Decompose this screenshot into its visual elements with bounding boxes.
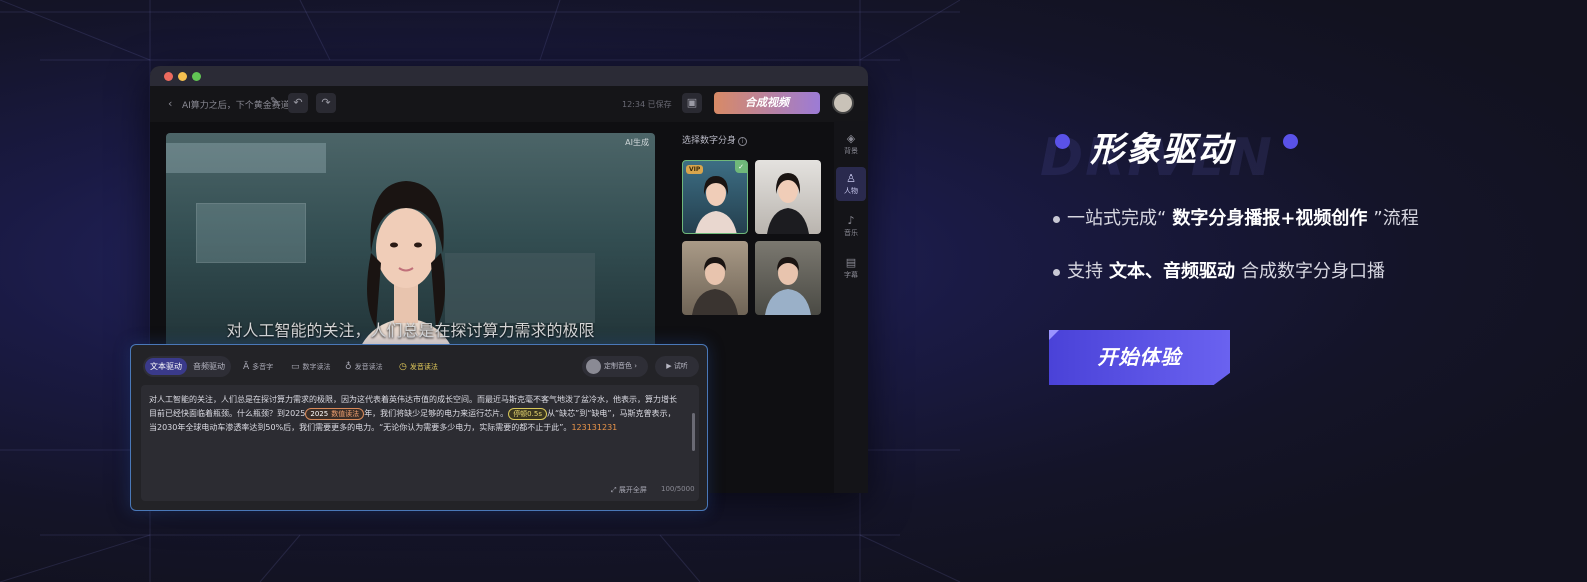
avatar-option-2[interactable]	[755, 160, 821, 234]
tab-text-drive[interactable]: 文本驱动	[145, 358, 187, 375]
play-icon: ▶	[666, 362, 672, 370]
undo-button[interactable]: ↶	[288, 93, 308, 113]
microphone-icon: ♁	[345, 362, 352, 372]
redo-button[interactable]: ↷	[316, 93, 336, 113]
char-count: 100/5000	[661, 485, 695, 493]
expand-icon: ⤢	[611, 486, 617, 494]
expand-fullscreen-button[interactable]: ⤢ 展开全屏	[611, 485, 647, 495]
sidebar-item-music[interactable]: ♪ 音乐	[836, 209, 866, 243]
music-note-icon: ♪	[847, 214, 855, 227]
decor-dot-right	[1283, 134, 1298, 149]
feature-title: 形象驱动	[1090, 130, 1234, 170]
bullet-dot	[1053, 215, 1060, 223]
feature-heading: DRIVEN 形象驱动	[1040, 118, 1330, 188]
bullet-2-highlight: 文本、音频驱动	[1103, 261, 1241, 285]
person-icon: ♙	[846, 172, 856, 185]
subtitle-icon: ▤	[845, 256, 857, 269]
highlighted-text: 123131231	[571, 423, 618, 432]
vip-badge: VIP	[686, 165, 704, 174]
sidebar-item-subtitle[interactable]: ▤ 字幕	[836, 251, 866, 285]
voice-avatar	[586, 359, 601, 374]
feature-bullet-2: 支持 文本、音频驱动 合成数字分身口播	[1053, 257, 1385, 285]
scrollbar[interactable]	[692, 413, 695, 451]
editor-toolbar: ‹ AI算力之后，下个黄金赛道 ✎ ↶ ↷ 12:34 已保存 ▣ 合成视频	[150, 86, 868, 122]
sidebar-item-background[interactable]: ◈ 背景	[836, 127, 866, 161]
paint-bucket-icon: ◈	[846, 132, 856, 145]
custom-voice-button[interactable]: 定制音色 ›	[582, 356, 648, 377]
drive-mode-tabs: 文本驱动 音频驱动	[143, 356, 231, 377]
tab-audio-drive[interactable]: 音频驱动	[189, 358, 229, 375]
check-icon: ✓	[735, 161, 747, 173]
save-draft-button[interactable]: ▣	[682, 93, 702, 113]
maximize-window-button[interactable]	[192, 72, 201, 81]
pause-tool[interactable]: ◷ 发音读法	[399, 362, 438, 372]
pronunciation-tool[interactable]: ♁ 发音读法	[345, 362, 383, 372]
info-icon[interactable]: i	[738, 137, 748, 146]
polyphone-tool[interactable]: Ä 多音字	[243, 362, 273, 372]
bullet-dot	[1053, 268, 1060, 276]
window-titlebar	[150, 66, 868, 86]
avatar-figure	[767, 173, 809, 234]
avatar-figure	[765, 257, 811, 315]
number-icon: ▭	[291, 362, 300, 372]
start-experience-button[interactable]: 开始体验	[1049, 330, 1230, 385]
edit-title-icon[interactable]: ✎	[270, 96, 278, 107]
decor-dot-left	[1055, 134, 1070, 149]
script-editor-panel: 文本驱动 音频驱动 Ä 多音字 ▭ 数字读法 ♁ 发音读法 ◷ 发音读法 定制音色 › …	[130, 344, 708, 511]
user-avatar[interactable]	[832, 92, 854, 114]
video-subtitle: 对人工智能的关注，人们总是在探讨算力需求的极限	[226, 321, 595, 340]
compose-video-button[interactable]: 合成视频	[714, 92, 820, 114]
minimize-window-button[interactable]	[178, 72, 187, 81]
avatar-figure	[692, 257, 738, 315]
listen-button[interactable]: ▶ 试听	[655, 356, 699, 377]
ai-generated-tag: AI生成	[625, 138, 649, 147]
close-window-button[interactable]	[164, 72, 173, 81]
script-text: 对人工智能的关注，人们总是在探讨算力需求的极限，因为这代表着英伟达市值的成长空间…	[149, 395, 677, 432]
number-reading-pill[interactable]: 2025 数值读法	[305, 408, 365, 420]
timer-icon: ◷	[399, 362, 407, 372]
feature-bullet-1: 一站式完成“ 数字分身播报+视频创作 ”流程	[1053, 204, 1419, 232]
avatar-option-4[interactable]	[755, 241, 821, 315]
video-preview: AI生成 对人工智能的关注，人们总是在探讨算力需求的极限	[166, 133, 655, 363]
bullet-1-highlight: 数字分身播报+视频创作	[1166, 208, 1374, 232]
avatar-picker-title: 选择数字分身 i	[682, 133, 748, 146]
number-reading-tool[interactable]: ▭ 数字读法	[291, 362, 331, 372]
sidebar-item-person[interactable]: ♙ 人物	[836, 167, 866, 201]
avatar-option-3[interactable]	[682, 241, 748, 315]
avatar-option-1[interactable]: VIP ✓	[682, 160, 748, 234]
script-textarea[interactable]: 对人工智能的关注，人们总是在探讨算力需求的极限，因为这代表着英伟达市值的成长空间…	[141, 385, 699, 501]
polyphone-icon: Ä	[243, 362, 250, 372]
pause-pill[interactable]: 停顿0.5s	[508, 408, 547, 420]
right-sidebar: ◈ 背景 ♙ 人物 ♪ 音乐 ▤ 字幕	[834, 121, 868, 493]
save-status: 12:34 已保存	[622, 100, 672, 109]
back-arrow-icon[interactable]: ‹	[168, 97, 172, 110]
